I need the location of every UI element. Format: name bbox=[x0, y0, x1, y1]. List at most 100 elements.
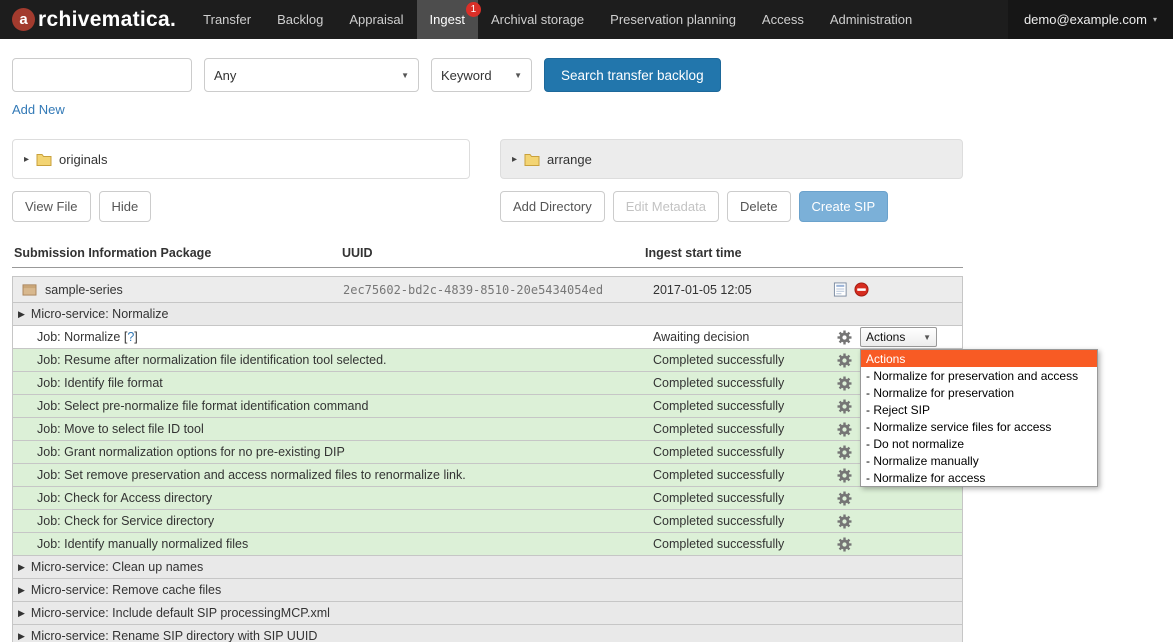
nav-access[interactable]: Access bbox=[749, 0, 817, 39]
gear-icon[interactable] bbox=[837, 376, 852, 391]
selected-mode: Keyword bbox=[441, 68, 492, 83]
select-caret-icon: ▼ bbox=[401, 71, 409, 80]
add-new-link[interactable]: Add New bbox=[12, 102, 65, 117]
table-body: sample-series 2ec75602-bd2c-4839-8510-20… bbox=[12, 276, 963, 642]
job-status: Completed successfully bbox=[646, 491, 829, 505]
selected-field: Any bbox=[214, 68, 236, 83]
job-actions-cell bbox=[829, 491, 962, 506]
user-email: demo@example.com bbox=[1024, 12, 1147, 27]
job-status: Completed successfully bbox=[646, 353, 829, 367]
sip-table: Submission Information Package UUID Inge… bbox=[12, 246, 963, 642]
gear-icon[interactable] bbox=[837, 330, 852, 345]
logo-a-icon: a bbox=[12, 8, 35, 31]
search-mode-select[interactable]: Keyword ▼ bbox=[431, 58, 532, 92]
menu-item-normalize-service-files[interactable]: - Normalize service files for access bbox=[861, 418, 1097, 435]
job-actions-cell bbox=[829, 537, 962, 552]
select-caret-icon: ▼ bbox=[923, 333, 931, 342]
menu-item-normalize-manually[interactable]: - Normalize manually bbox=[861, 452, 1097, 469]
menu-item-normalize-preservation-access[interactable]: - Normalize for preservation and access bbox=[861, 367, 1097, 384]
remove-sip-icon[interactable] bbox=[854, 282, 869, 297]
edit-metadata-button[interactable]: Edit Metadata bbox=[613, 191, 719, 222]
menu-item-normalize-access[interactable]: - Normalize for access bbox=[861, 469, 1097, 486]
add-directory-button[interactable]: Add Directory bbox=[500, 191, 605, 222]
job-name-text: Job: Normalize [ bbox=[37, 330, 127, 344]
header-uuid: UUID bbox=[342, 246, 645, 260]
job-status: Completed successfully bbox=[646, 445, 829, 459]
nav-transfer[interactable]: Transfer bbox=[190, 0, 264, 39]
nav-appraisal[interactable]: Appraisal bbox=[336, 0, 416, 39]
microservice-row-include-default-processingmcp[interactable]: ▶ Micro-service: Include default SIP pro… bbox=[13, 602, 962, 625]
nav-label: Ingest bbox=[430, 12, 465, 27]
arrange-panels: ▸ originals ▸ arrange bbox=[12, 139, 1173, 179]
main-nav: Transfer Backlog Appraisal Ingest 1 Arch… bbox=[190, 0, 925, 39]
search-input[interactable] bbox=[12, 58, 192, 92]
logo-text: rchivematica. bbox=[38, 8, 176, 32]
header-start-time: Ingest start time bbox=[645, 246, 828, 260]
menu-item-do-not-normalize[interactable]: - Do not normalize bbox=[861, 435, 1097, 452]
metadata-report-icon[interactable] bbox=[833, 282, 848, 297]
search-transfer-backlog-button[interactable]: Search transfer backlog bbox=[544, 58, 721, 92]
job-status: Completed successfully bbox=[646, 399, 829, 413]
delete-button[interactable]: Delete bbox=[727, 191, 791, 222]
job-row: Job: Select pre-normalize file format id… bbox=[13, 395, 962, 418]
nav-label: Archival storage bbox=[491, 12, 584, 27]
job-name: Job: Grant normalization options for no … bbox=[13, 445, 646, 459]
view-file-button[interactable]: View File bbox=[12, 191, 91, 222]
gear-icon[interactable] bbox=[837, 399, 852, 414]
job-name: Job: Normalize [?] bbox=[13, 330, 646, 344]
user-menu[interactable]: demo@example.com ▾ bbox=[1008, 0, 1173, 39]
chevron-down-icon: ▾ bbox=[1153, 15, 1157, 24]
originals-panel[interactable]: ▸ originals bbox=[12, 139, 470, 179]
ingest-page: Any ▼ Keyword ▼ Search transfer backlog … bbox=[0, 58, 1173, 642]
table-header: Submission Information Package UUID Inge… bbox=[12, 246, 963, 268]
job-name: Job: Check for Service directory bbox=[13, 514, 646, 528]
sip-start-time: 2017-01-05 12:05 bbox=[646, 283, 829, 297]
sip-row-actions bbox=[829, 282, 962, 297]
tree-caret-icon[interactable]: ▸ bbox=[24, 154, 29, 165]
actions-dropdown-menu: Actions - Normalize for preservation and… bbox=[860, 349, 1098, 487]
menu-item-normalize-preservation[interactable]: - Normalize for preservation bbox=[861, 384, 1097, 401]
create-sip-button[interactable]: Create SIP bbox=[799, 191, 889, 222]
gear-icon[interactable] bbox=[837, 353, 852, 368]
backlog-search-bar: Any ▼ Keyword ▼ Search transfer backlog bbox=[12, 58, 1173, 92]
microservice-row-remove-cache-files[interactable]: ▶ Micro-service: Remove cache files bbox=[13, 579, 962, 602]
gear-icon[interactable] bbox=[837, 514, 852, 529]
top-navbar: a rchivematica. Transfer Backlog Apprais… bbox=[0, 0, 1173, 39]
actions-select[interactable]: Actions ▼ bbox=[860, 327, 937, 347]
gear-icon[interactable] bbox=[837, 422, 852, 437]
tree-caret-icon[interactable]: ▸ bbox=[512, 154, 517, 165]
job-status: Completed successfully bbox=[646, 537, 829, 551]
expand-triangle-icon: ▶ bbox=[18, 608, 25, 619]
hide-button[interactable]: Hide bbox=[99, 191, 152, 222]
job-status: Completed successfully bbox=[646, 422, 829, 436]
job-name: Job: Move to select file ID tool bbox=[13, 422, 646, 436]
arrange-panel[interactable]: ▸ arrange bbox=[500, 139, 963, 179]
arrange-actions: Add Directory Edit Metadata Delete Creat… bbox=[500, 191, 888, 222]
job-name: Job: Identify file format bbox=[13, 376, 646, 390]
microservice-label: Micro-service: Rename SIP directory with… bbox=[31, 629, 317, 642]
gear-icon[interactable] bbox=[837, 468, 852, 483]
nav-ingest[interactable]: Ingest 1 bbox=[417, 0, 478, 39]
gear-icon[interactable] bbox=[837, 445, 852, 460]
job-name-text: ] bbox=[134, 330, 137, 344]
search-field-select[interactable]: Any ▼ bbox=[204, 58, 419, 92]
microservice-row-clean-up-names[interactable]: ▶ Micro-service: Clean up names bbox=[13, 556, 962, 579]
nav-archival-storage[interactable]: Archival storage bbox=[478, 0, 597, 39]
gear-icon[interactable] bbox=[837, 537, 852, 552]
microservice-row-rename-sip-directory[interactable]: ▶ Micro-service: Rename SIP directory wi… bbox=[13, 625, 962, 642]
job-status: Completed successfully bbox=[646, 376, 829, 390]
sip-name[interactable]: sample-series bbox=[45, 283, 123, 297]
gear-icon[interactable] bbox=[837, 491, 852, 506]
job-row-normalize: Job: Normalize [?] Awaiting decision Act… bbox=[13, 326, 962, 349]
nav-preservation-planning[interactable]: Preservation planning bbox=[597, 0, 749, 39]
archivematica-logo[interactable]: a rchivematica. bbox=[0, 0, 190, 39]
menu-item-reject-sip[interactable]: - Reject SIP bbox=[861, 401, 1097, 418]
nav-label: Administration bbox=[830, 12, 912, 27]
nav-administration[interactable]: Administration bbox=[817, 0, 925, 39]
microservice-row-normalize[interactable]: ▶ Micro-service: Normalize bbox=[13, 303, 962, 326]
job-row: Job: Grant normalization options for no … bbox=[13, 441, 962, 464]
job-actions-cell bbox=[829, 514, 962, 529]
nav-backlog[interactable]: Backlog bbox=[264, 0, 336, 39]
nav-label: Transfer bbox=[203, 12, 251, 27]
actions-menu-header[interactable]: Actions bbox=[861, 350, 1097, 367]
